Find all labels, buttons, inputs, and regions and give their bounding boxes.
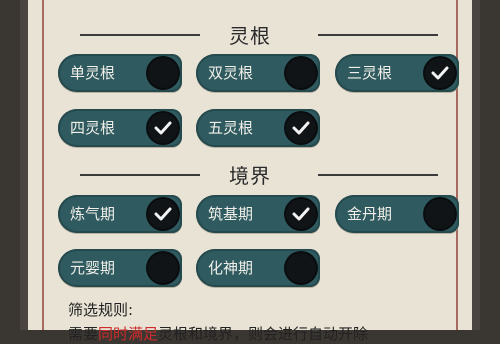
toggle-penta-root[interactable]: 五灵根 [196,109,320,147]
rules-title: 筛选规则: [68,301,134,319]
check-icon [431,66,449,80]
toggle-knob[interactable] [425,58,455,88]
toggle-label: 炼气期 [70,205,116,223]
toggle-single-root[interactable]: 单灵根 [58,54,182,92]
check-icon [154,121,172,135]
toggle-knob[interactable] [286,253,316,283]
toggle-qi-refining[interactable]: 炼气期 [58,195,182,233]
toggle-knob[interactable] [148,253,178,283]
toggle-dual-root[interactable]: 双灵根 [196,54,320,92]
toggle-knob[interactable] [425,199,455,229]
rules-text-highlight: 同时满足 [98,325,159,343]
toggle-label: 筑基期 [208,205,254,223]
section-divider-right [318,34,438,36]
toggle-knob[interactable] [286,199,316,229]
rules-text-suffix: 灵根和境界，则会进行自动开除 [158,325,369,343]
rules-text: 需要同时满足灵根和境界，则会进行自动开除 [68,323,368,344]
check-icon [292,121,310,135]
toggle-label: 四灵根 [70,119,116,137]
toggle-nascent-soul[interactable]: 元婴期 [58,249,182,287]
toggle-knob[interactable] [148,113,178,143]
toggle-label: 双灵根 [208,64,254,82]
toggle-label: 化神期 [208,259,254,277]
toggle-quad-root[interactable]: 四灵根 [58,109,182,147]
toggle-spirit-severing[interactable]: 化神期 [196,249,320,287]
toggle-knob[interactable] [286,113,316,143]
toggle-triple-root[interactable]: 三灵根 [335,54,459,92]
toggle-knob[interactable] [148,199,178,229]
check-icon [292,207,310,221]
toggle-label: 三灵根 [347,64,393,82]
rules-text-prefix: 需要 [68,325,99,343]
toggle-label: 五灵根 [208,119,254,137]
toggle-golden-core[interactable]: 金丹期 [335,195,459,233]
toggle-knob[interactable] [148,58,178,88]
toggle-label: 元婴期 [70,259,116,277]
toggle-label: 金丹期 [347,205,393,223]
section-divider-right [318,174,438,176]
filter-panel: 灵根 单灵根 双灵根 三灵根 四灵根 五灵根 境界 炼气期 筑基期 金丹期 元婴… [20,0,480,343]
toggle-foundation[interactable]: 筑基期 [196,195,320,233]
toggle-label: 单灵根 [70,64,116,82]
check-icon [154,207,172,221]
toggle-knob[interactable] [286,58,316,88]
